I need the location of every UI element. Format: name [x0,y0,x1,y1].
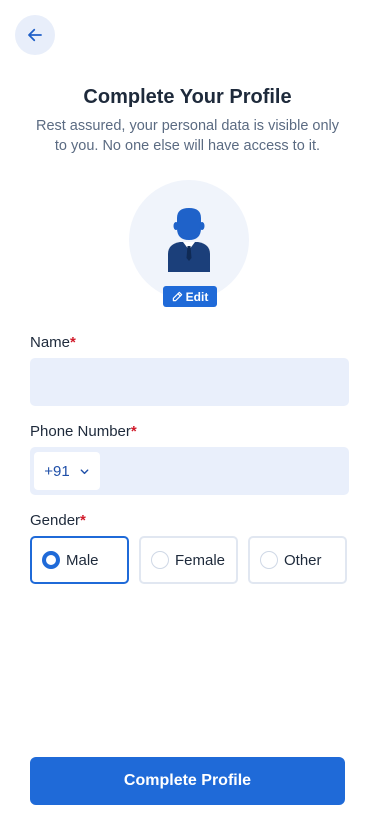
gender-option-label: Female [175,551,226,569]
gender-option-label: Other [284,551,322,569]
name-label: Name* [30,334,76,351]
gender-option-label: Male [66,551,99,569]
country-code-value: +91 [44,462,70,480]
name-input[interactable] [30,358,349,406]
gender-label-text: Gender [30,512,81,529]
complete-profile-button[interactable]: Complete Profile [30,757,345,805]
user-avatar-icon [168,208,210,272]
chevron-down-icon [80,468,89,474]
gender-option-female[interactable]: Female [139,536,238,584]
gender-option-other[interactable]: Other [248,536,347,584]
edit-label: Edit [185,289,209,304]
phone-field: +91 [30,447,349,495]
gender-label: Gender* [30,512,86,529]
gender-option-male[interactable]: Male [30,536,129,584]
radio-button[interactable] [151,551,169,569]
avatar[interactable] [129,180,249,300]
radio-button[interactable] [42,551,60,569]
page-subtitle: Rest assured, your personal data is visi… [35,118,340,154]
country-code-select[interactable]: +91 [34,452,100,490]
required-mark: * [80,512,86,529]
name-label-text: Name [30,334,71,351]
required-mark: * [70,334,76,351]
phone-label: Phone Number* [30,423,137,440]
edit-avatar-button[interactable]: Edit [163,286,217,307]
arrow-left-icon [28,28,42,42]
page-title: Complete Your Profile [83,86,292,108]
pencil-icon [172,291,182,302]
back-button[interactable] [15,15,55,55]
radio-button[interactable] [260,551,278,569]
phone-input[interactable] [106,447,349,495]
required-mark: * [130,423,137,440]
phone-label-text: Phone Number [30,423,131,440]
